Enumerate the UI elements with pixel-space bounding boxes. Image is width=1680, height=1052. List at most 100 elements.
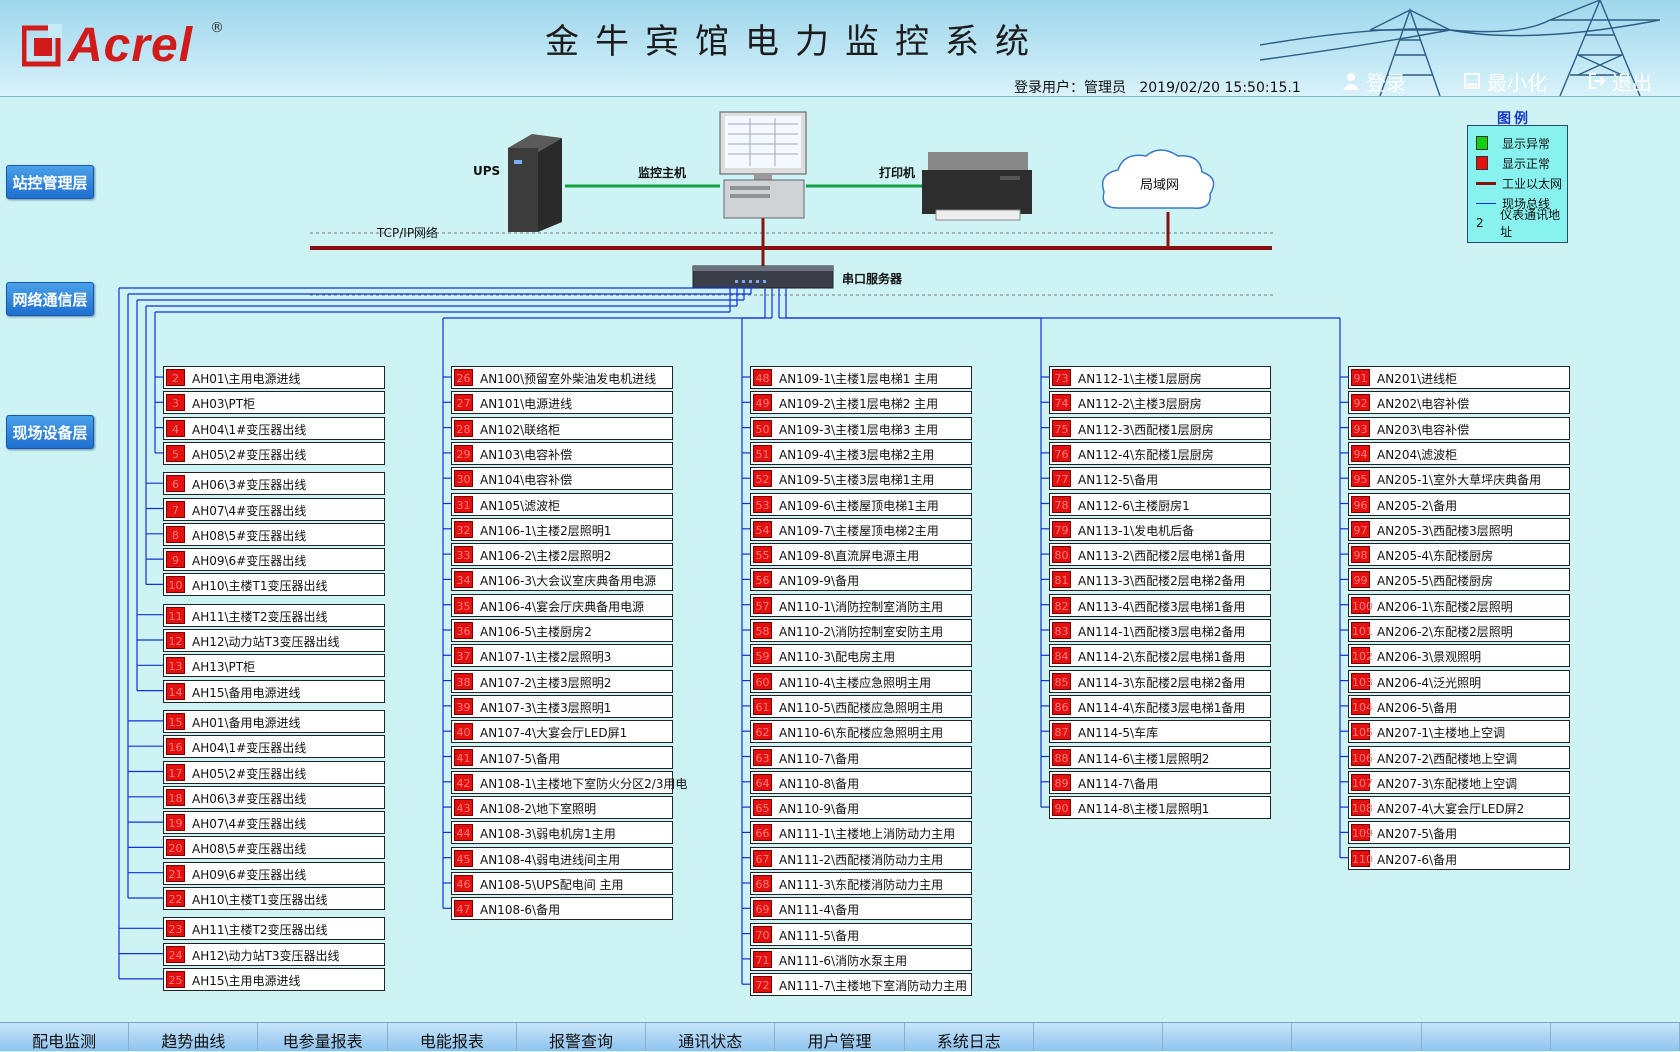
nav-item-6[interactable]: 用户管理	[775, 1023, 905, 1051]
device-64[interactable]: 64 AN110-8\备用	[750, 770, 972, 794]
device-27[interactable]: 27 AN101\电源进线	[451, 391, 673, 415]
device-63[interactable]: 63 AN110-7\备用	[750, 745, 972, 769]
device-39[interactable]: 39 AN107-3\主楼3层照明1	[451, 694, 673, 718]
device-70[interactable]: 70 AN111-5\备用	[750, 922, 972, 946]
device-8[interactable]: 8 AH08\5#变压器出线	[163, 522, 385, 546]
device-5[interactable]: 5 AH05\2#变压器出线	[163, 441, 385, 465]
nav-item-5[interactable]: 通讯状态	[646, 1023, 776, 1051]
device-68[interactable]: 68 AN111-3\东配楼消防动力主用	[750, 872, 972, 895]
device-48[interactable]: 48 AN109-1\主楼1层电梯1 主用	[750, 366, 972, 389]
device-47[interactable]: 47 AN108-6\备用	[451, 897, 673, 921]
device-89[interactable]: 89 AN114-7\备用	[1049, 770, 1271, 794]
device-42[interactable]: 42 AN108-1\主楼地下室防火分区2/3用电	[451, 770, 687, 794]
device-109[interactable]: 109 AN207-5\备用	[1348, 821, 1570, 845]
device-60[interactable]: 60 AN110-4\主楼应急照明主用	[750, 669, 972, 693]
device-79[interactable]: 79 AN113-1\发电机后备	[1049, 517, 1271, 541]
device-59[interactable]: 59 AN110-3\配电房主用	[750, 644, 972, 668]
device-49[interactable]: 49 AN109-2\主楼1层电梯2 主用	[750, 391, 972, 415]
device-31[interactable]: 31 AN105\滤波柜	[451, 492, 673, 516]
device-102[interactable]: 102 AN206-3\景观照明	[1348, 644, 1570, 668]
device-78[interactable]: 78 AN112-6\主楼厨房1	[1049, 492, 1271, 516]
nav-item-7[interactable]: 系统日志	[905, 1023, 1034, 1051]
device-51[interactable]: 51 AN109-4\主楼3层电梯2主用	[750, 441, 972, 465]
device-11[interactable]: 11 AH11\主楼T2变压器出线	[163, 603, 385, 627]
device-103[interactable]: 103 AN206-4\泛光照明	[1348, 669, 1570, 693]
device-53[interactable]: 53 AN109-6\主楼屋顶电梯1主用	[750, 492, 972, 516]
device-108[interactable]: 108 AN207-4\大宴会厅LED屏2	[1348, 796, 1570, 820]
device-69[interactable]: 69 AN111-4\备用	[750, 897, 972, 921]
device-97[interactable]: 97 AN205-3\西配楼3层照明	[1348, 517, 1570, 541]
device-107[interactable]: 107 AN207-3\东配楼地上空调	[1348, 770, 1570, 794]
device-77[interactable]: 77 AN112-5\备用	[1049, 467, 1271, 491]
nav-item-2[interactable]: 电参量报表	[258, 1023, 388, 1051]
device-21[interactable]: 21 AH09\6#变压器出线	[163, 861, 385, 885]
device-92[interactable]: 92 AN202\电容补偿	[1348, 391, 1570, 415]
device-33[interactable]: 33 AN106-2\主楼2层照明2	[451, 543, 673, 567]
device-90[interactable]: 90 AN114-8\主楼1层照明1	[1049, 796, 1271, 820]
device-18[interactable]: 18 AH06\3#变压器出线	[163, 785, 385, 809]
device-104[interactable]: 104 AN206-5\备用	[1348, 694, 1570, 718]
device-81[interactable]: 81 AN113-3\西配楼2层电梯2备用	[1049, 568, 1271, 592]
device-30[interactable]: 30 AN104\电容补偿	[451, 467, 673, 491]
device-100[interactable]: 100 AN206-1\东配楼2层照明	[1348, 593, 1570, 617]
device-94[interactable]: 94 AN204\滤波柜	[1348, 441, 1570, 465]
device-22[interactable]: 22 AH10\主楼T1变压器出线	[163, 887, 385, 910]
device-35[interactable]: 35 AN106-4\宴会厅庆典备用电源	[451, 593, 673, 617]
device-4[interactable]: 4 AH04\1#变压器出线	[163, 416, 385, 440]
device-83[interactable]: 83 AN114-1\西配楼3层电梯2备用	[1049, 619, 1271, 642]
device-93[interactable]: 93 AN203\电容补偿	[1348, 416, 1570, 440]
device-29[interactable]: 29 AN103\电容补偿	[451, 441, 673, 465]
device-88[interactable]: 88 AN114-6\主楼1层照明2	[1049, 745, 1271, 769]
device-24[interactable]: 24 AH12\动力站T3变压器出线	[163, 942, 385, 966]
device-98[interactable]: 98 AN205-4\东配楼厨房	[1348, 543, 1570, 567]
device-15[interactable]: 15 AH01\备用电源进线	[163, 709, 385, 733]
nav-item-1[interactable]: 趋势曲线	[129, 1023, 259, 1051]
device-66[interactable]: 66 AN111-1\主楼地上消防动力主用	[750, 821, 972, 845]
device-55[interactable]: 55 AN109-8\直流屏电源主用	[750, 543, 972, 567]
device-32[interactable]: 32 AN106-1\主楼2层照明1	[451, 517, 673, 541]
device-105[interactable]: 105 AN207-1\主楼地上空调	[1348, 720, 1570, 744]
device-72[interactable]: 72 AN111-7\主楼地下室消防动力主用	[750, 973, 972, 997]
device-52[interactable]: 52 AN109-5\主楼3层电梯1主用	[750, 467, 972, 491]
device-20[interactable]: 20 AH08\5#变压器出线	[163, 836, 385, 860]
device-37[interactable]: 37 AN107-1\主楼2层照明3	[451, 644, 673, 668]
device-82[interactable]: 82 AN113-4\西配楼3层电梯1备用	[1049, 593, 1271, 617]
device-84[interactable]: 84 AN114-2\东配楼2层电梯1备用	[1049, 644, 1271, 668]
device-54[interactable]: 54 AN109-7\主楼屋顶电梯2主用	[750, 517, 972, 541]
device-71[interactable]: 71 AN111-6\消防水泵主用	[750, 947, 972, 971]
device-106[interactable]: 106 AN207-2\西配楼地上空调	[1348, 745, 1570, 769]
device-25[interactable]: 25 AH15\主用电源进线	[163, 967, 385, 991]
device-23[interactable]: 23 AH11\主楼T2变压器出线	[163, 917, 385, 941]
device-17[interactable]: 17 AH05\2#变压器出线	[163, 760, 385, 784]
device-110[interactable]: 110 AN207-6\备用	[1348, 846, 1570, 870]
device-43[interactable]: 43 AN108-2\地下室照明	[451, 796, 673, 820]
device-86[interactable]: 86 AN114-4\东配楼3层电梯1备用	[1049, 694, 1271, 718]
nav-item-3[interactable]: 电能报表	[388, 1023, 517, 1051]
device-12[interactable]: 12 AH12\动力站T3变压器出线	[163, 629, 385, 652]
device-74[interactable]: 74 AN112-2\主楼3层厨房	[1049, 391, 1271, 415]
device-7[interactable]: 7 AH07\4#变压器出线	[163, 497, 385, 521]
device-14[interactable]: 14 AH15\备用电源进线	[163, 679, 385, 703]
device-101[interactable]: 101 AN206-2\东配楼2层照明	[1348, 619, 1570, 642]
device-13[interactable]: 13 AH13\PT柜	[163, 654, 385, 678]
device-44[interactable]: 44 AN108-3\弱电机房1主用	[451, 821, 673, 845]
device-9[interactable]: 9 AH09\6#变压器出线	[163, 548, 385, 572]
device-58[interactable]: 58 AN110-2\消防控制室安防主用	[750, 619, 972, 642]
device-67[interactable]: 67 AN111-2\西配楼消防动力主用	[750, 846, 972, 870]
device-75[interactable]: 75 AN112-3\西配楼1层厨房	[1049, 416, 1271, 440]
device-45[interactable]: 45 AN108-4\弱电进线间主用	[451, 846, 673, 870]
device-10[interactable]: 10 AH10\主楼T1变压器出线	[163, 573, 385, 597]
device-16[interactable]: 16 AH04\1#变压器出线	[163, 735, 385, 759]
device-34[interactable]: 34 AN106-3\大会议室庆典备用电源	[451, 568, 673, 592]
device-62[interactable]: 62 AN110-6\东配楼应急照明主用	[750, 720, 972, 744]
device-87[interactable]: 87 AN114-5\车库	[1049, 720, 1271, 744]
device-57[interactable]: 57 AN110-1\消防控制室消防主用	[750, 593, 972, 617]
device-95[interactable]: 95 AN205-1\室外大草坪庆典备用	[1348, 467, 1570, 491]
device-91[interactable]: 91 AN201\进线柜	[1348, 366, 1570, 389]
device-73[interactable]: 73 AN112-1\主楼1层厨房	[1049, 366, 1271, 389]
device-46[interactable]: 46 AN108-5\UPS配电间 主用	[451, 872, 673, 895]
device-65[interactable]: 65 AN110-9\备用	[750, 796, 972, 820]
device-28[interactable]: 28 AN102\联络柜	[451, 416, 673, 440]
device-50[interactable]: 50 AN109-3\主楼1层电梯3 主用	[750, 416, 972, 440]
nav-item-0[interactable]: 配电监测	[0, 1023, 130, 1051]
